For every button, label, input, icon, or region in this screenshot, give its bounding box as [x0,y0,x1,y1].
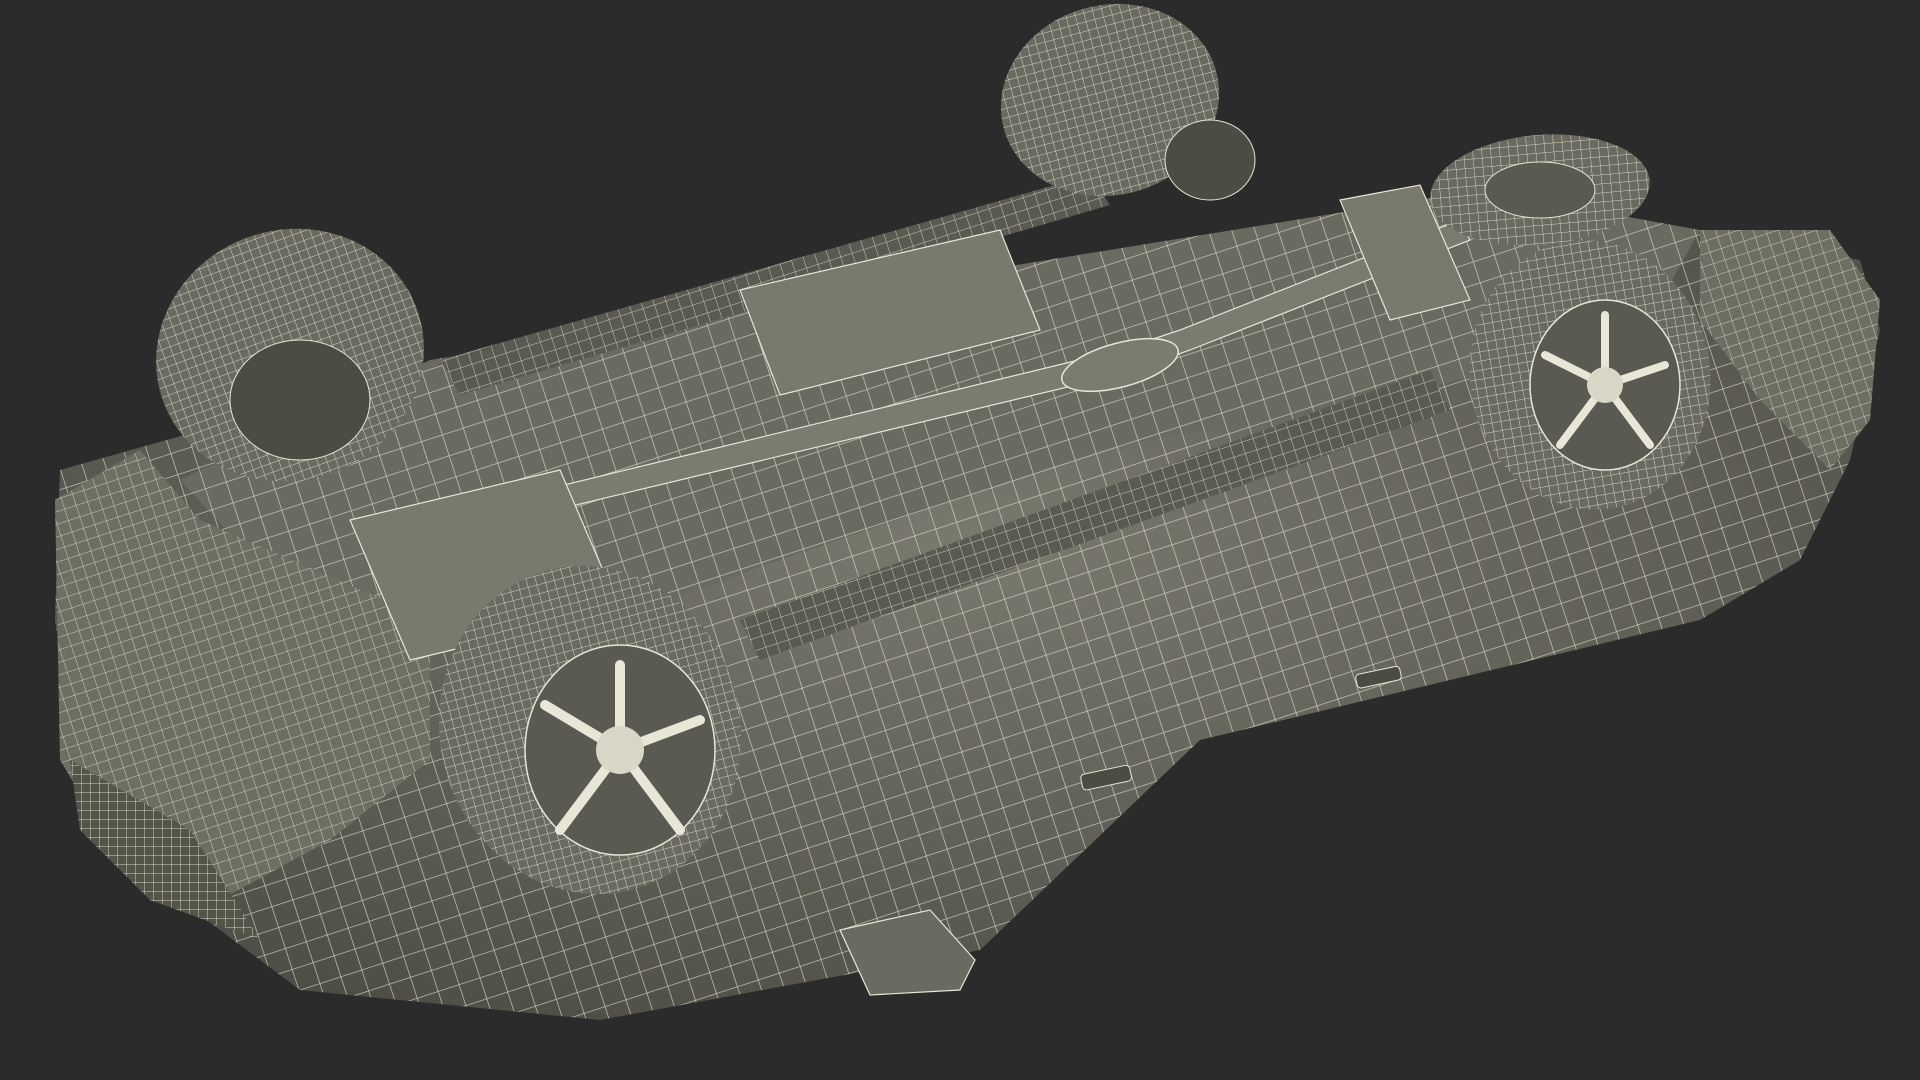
wireframe-render [55,3,1880,1020]
render-viewport [0,0,1920,1080]
wheel-rear-left [1000,3,1256,201]
